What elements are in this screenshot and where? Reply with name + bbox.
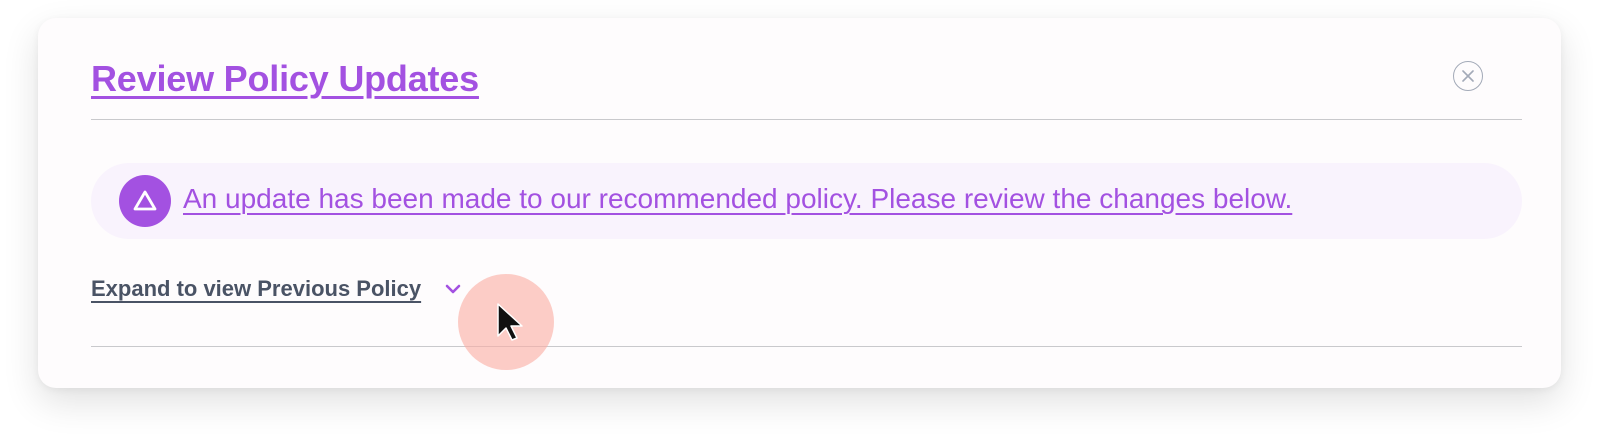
screen: Review Policy Updates An update has been… <box>0 0 1600 447</box>
review-policy-dialog: Review Policy Updates An update has been… <box>38 18 1561 388</box>
expand-previous-policy-toggle[interactable]: Expand to view Previous Policy <box>91 276 465 302</box>
expand-previous-policy-label[interactable]: Expand to view Previous Policy <box>91 276 421 302</box>
content-divider <box>91 346 1522 347</box>
policy-update-alert: An update has been made to our recommend… <box>91 163 1522 239</box>
alert-message-link[interactable]: An update has been made to our recommend… <box>183 183 1292 215</box>
dialog-title[interactable]: Review Policy Updates <box>91 58 479 100</box>
close-button[interactable] <box>1453 61 1483 91</box>
header-divider <box>91 119 1522 120</box>
warning-triangle-icon <box>119 175 171 227</box>
close-icon <box>1462 70 1474 82</box>
chevron-down-icon[interactable] <box>441 277 465 301</box>
